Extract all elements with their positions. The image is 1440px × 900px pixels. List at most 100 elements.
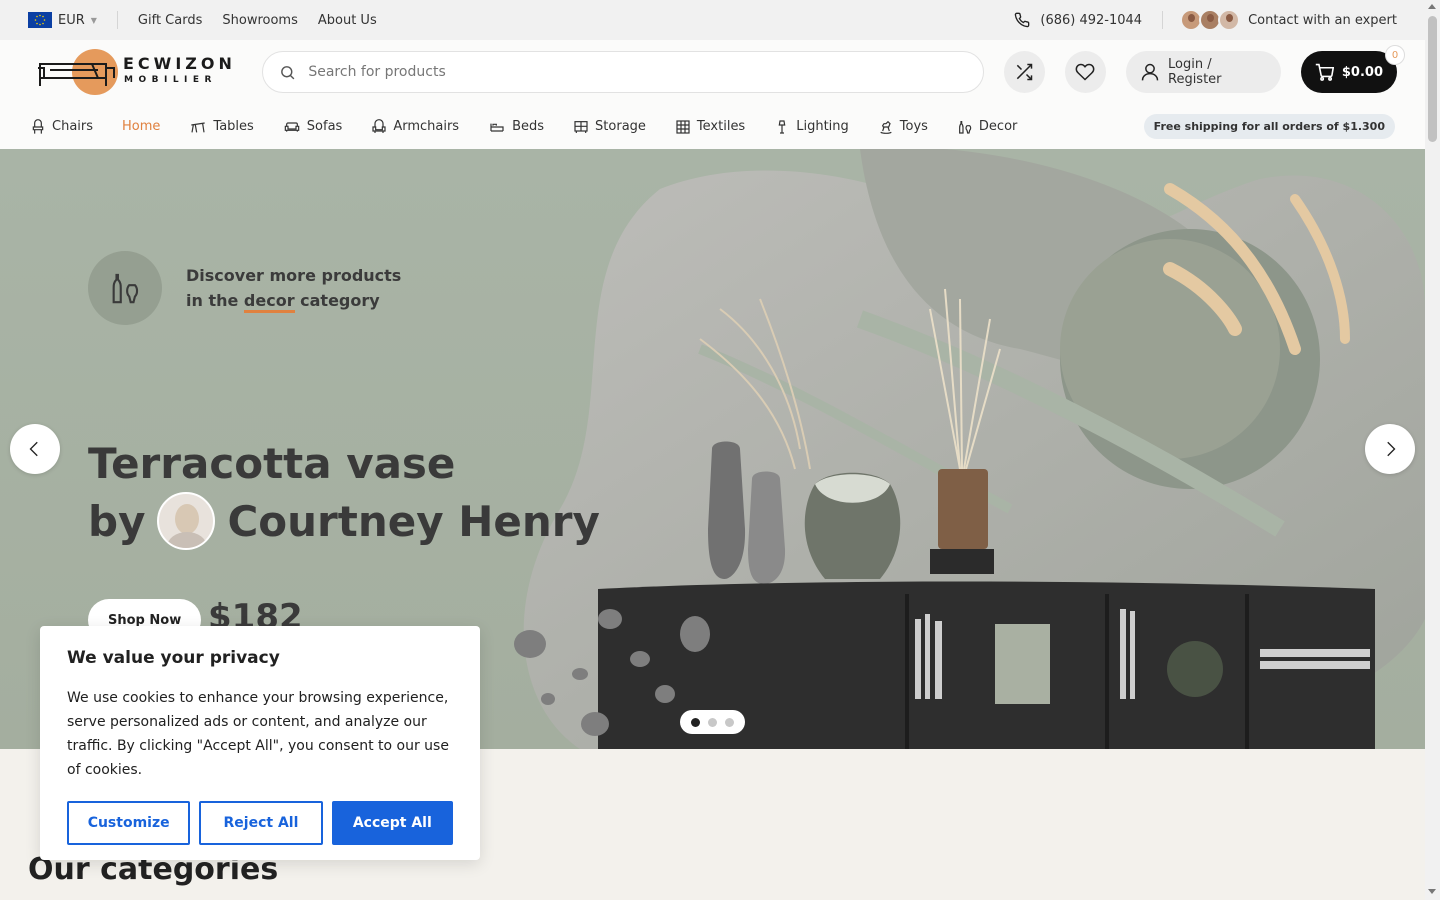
designer-name: Courtney Henry	[227, 496, 600, 546]
hero-by: by	[88, 496, 146, 546]
hero-title-line-1: Terracotta vase	[88, 439, 456, 488]
cart-count-badge: 0	[1385, 45, 1406, 65]
nav-label: Chairs	[52, 119, 94, 134]
link-showrooms[interactable]: Showrooms	[222, 13, 297, 28]
discover-decor-link[interactable]: Discover more products in the decor cate…	[88, 251, 401, 325]
scrollbar-thumb[interactable]	[1428, 16, 1437, 142]
armchair-icon	[371, 118, 387, 135]
chevron-down-icon: ▼	[90, 15, 97, 25]
cookie-title: We value your privacy	[67, 648, 280, 668]
divider	[116, 11, 118, 29]
top-right: (686) 492-1044 Contact with an expert	[1014, 9, 1397, 31]
user-icon	[1140, 62, 1160, 82]
top-bar: EUR ▼ Gift Cards Showrooms About Us (686…	[0, 0, 1425, 40]
nav-item-textiles[interactable]: Textiles	[675, 119, 745, 135]
discover-text: Discover more products in the decor cate…	[186, 263, 401, 313]
nav-item-chairs[interactable]: Chairs	[30, 118, 94, 135]
nav-label: Textiles	[696, 119, 746, 134]
slider-pagination	[680, 710, 745, 734]
nav-label: Lighting	[796, 119, 849, 134]
scroll-up-arrow-icon[interactable]	[1428, 4, 1436, 9]
nav-label: Decor	[978, 119, 1018, 134]
accept-all-button[interactable]: Accept All	[331, 801, 453, 845]
site-logo[interactable]: ECWIZON MOBILIER	[36, 42, 232, 102]
chevron-right-icon	[1381, 440, 1399, 458]
avatar	[1218, 9, 1241, 31]
nav-item-decor[interactable]: Decor	[957, 119, 1017, 135]
sofa-icon	[283, 119, 301, 135]
slider-dot-3[interactable]	[725, 717, 734, 727]
search-input[interactable]	[308, 64, 967, 80]
lamp-icon	[774, 119, 790, 135]
phone-link[interactable]: (686) 492-1044	[1014, 12, 1142, 28]
sofa-logo-icon	[38, 63, 115, 86]
wishlist-button[interactable]	[1064, 51, 1106, 93]
designer-avatar	[157, 492, 216, 550]
nav-item-tables[interactable]: Tables	[189, 119, 254, 135]
logo-wordmark: ECWIZON	[123, 54, 236, 73]
discover-line-2: in the decor category	[186, 288, 401, 313]
currency-label: EUR	[58, 12, 85, 28]
slider-dot-1[interactable]	[691, 717, 700, 727]
category-nav: Chairs Home Tables Sofas Armchairs Beds …	[0, 104, 1425, 149]
bed-icon	[488, 119, 506, 135]
shuffle-icon	[1014, 62, 1034, 82]
page-scrollbar[interactable]	[1425, 0, 1440, 900]
cart-total: $0.00	[1341, 64, 1384, 80]
nav-label: Sofas	[306, 119, 343, 134]
cart-button[interactable]: $0.00 0	[1300, 45, 1406, 93]
nav-item-beds[interactable]: Beds	[488, 119, 544, 135]
customize-button[interactable]: Customize	[67, 801, 191, 845]
hero-title: Terracotta vase by Courtney Henry	[88, 435, 600, 550]
nav-label: Armchairs	[393, 119, 460, 134]
cookie-body: We use cookies to enhance your browsing …	[67, 690, 449, 778]
heart-icon	[1075, 62, 1095, 82]
nav-item-sofas[interactable]: Sofas	[283, 119, 343, 135]
link-about-us[interactable]: About Us	[318, 13, 377, 28]
contact-expert-link[interactable]: Contact with an expert	[1180, 9, 1397, 31]
discover-suffix: category	[294, 291, 380, 310]
main-header: ECWIZON MOBILIER Login / Register $0.00 …	[0, 40, 1425, 104]
phone-number: (686) 492-1044	[1040, 12, 1143, 28]
scroll-down-arrow-icon[interactable]	[1428, 889, 1436, 894]
phone-icon	[1014, 12, 1030, 28]
nav-item-armchairs[interactable]: Armchairs	[371, 118, 460, 135]
search-bar[interactable]	[262, 51, 984, 93]
discover-line-1: Discover more products	[186, 266, 402, 285]
vase-icon	[88, 251, 162, 325]
reject-all-button[interactable]: Reject All	[199, 801, 323, 845]
nav-item-home[interactable]: Home	[122, 119, 160, 134]
slider-next-button[interactable]	[1365, 424, 1415, 474]
nav-label: Home	[122, 119, 161, 134]
table-icon	[189, 119, 207, 135]
discover-prefix: in the	[186, 291, 244, 310]
nav-label: Beds	[512, 119, 545, 134]
nav-label: Tables	[213, 119, 254, 134]
decor-link-word[interactable]: decor	[243, 291, 295, 313]
storage-icon	[573, 119, 589, 135]
cookie-consent-dialog: We value your privacy We use cookies to …	[40, 626, 480, 860]
login-label: Login / Register	[1168, 57, 1222, 87]
login-register-button[interactable]: Login / Register	[1126, 51, 1281, 93]
logo-subtitle: MOBILIER	[124, 75, 217, 85]
nav-label: Toys	[899, 119, 928, 134]
contact-expert-label: Contact with an expert	[1248, 12, 1397, 28]
link-gift-cards[interactable]: Gift Cards	[138, 13, 202, 28]
nav-item-toys[interactable]: Toys	[878, 119, 928, 135]
top-links: Gift Cards Showrooms About Us	[138, 13, 377, 28]
cookie-actions: Customize Reject All Accept All	[67, 801, 453, 845]
slider-prev-button[interactable]	[10, 424, 60, 474]
chair-icon	[30, 118, 46, 135]
chevron-left-icon	[26, 440, 44, 458]
free-shipping-badge: Free shipping for all orders of $1.300	[1143, 114, 1395, 139]
expert-avatars	[1180, 9, 1241, 31]
nav-item-storage[interactable]: Storage	[573, 119, 646, 135]
toy-horse-icon	[878, 119, 894, 135]
currency-selector[interactable]: EUR ▼	[28, 12, 97, 28]
nav-item-lighting[interactable]: Lighting	[774, 119, 849, 135]
compare-button[interactable]	[1003, 51, 1045, 93]
eu-flag-icon	[28, 12, 52, 28]
cart-icon	[1315, 63, 1334, 82]
slider-dot-2[interactable]	[708, 717, 717, 727]
search-icon	[279, 64, 296, 81]
